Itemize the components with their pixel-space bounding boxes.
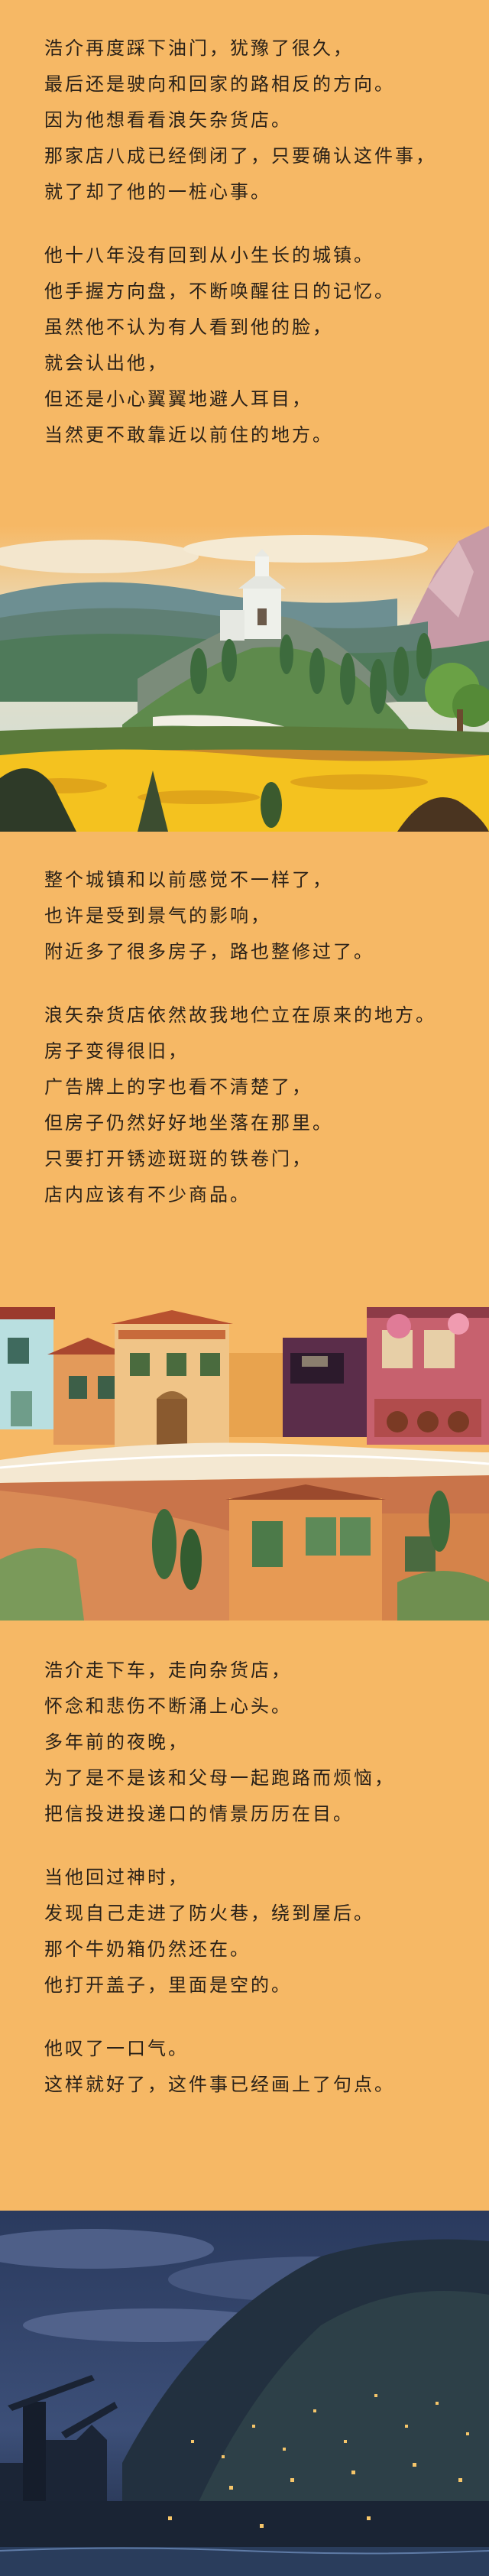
text-line: 但还是小心翼翼地避人耳目， [44,388,313,410]
text-line: 当然更不敢靠近以前住的地方。 [44,424,333,446]
paragraph: 浩介走下车，走向杂货店， 怀念和悲伤不断涌上心头。 多年前的夜晚， 为了是不是该… [0,1653,489,1832]
text-line: 当他回过神时， [44,1867,189,1888]
text-block-2: 整个城镇和以前感觉不一样了， 也许是受到景气的影响， 附近多了很多房子，路也整修… [0,862,489,1241]
text-line: 怀念和悲伤不断涌上心头。 [44,1695,292,1717]
text-line: 广告牌上的字也看不清楚了， [44,1076,313,1098]
text-line: 就了却了他的一桩心事。 [44,181,271,203]
text-line: 这样就好了，这件事已经画上了句点。 [44,2074,395,2095]
text-line: 把信投进投递口的情景历历在目。 [44,1803,354,1825]
text-line: 虽然他不认为有人看到他的脸， [44,316,333,338]
town-street-illustration [0,1307,489,1621]
text-line: 因为他想看看浪矢杂货店。 [44,109,292,131]
text-line: 店内应该有不少商品。 [44,1184,251,1205]
paragraph: 整个城镇和以前感觉不一样了， 也许是受到景气的影响， 附近多了很多房子，路也整修… [0,862,489,970]
text-line: 只要打开锈迹斑斑的铁卷门， [44,1148,313,1170]
paragraph: 当他回过神时， 发现自己走进了防火巷，绕到屋后。 那个牛奶箱仍然还在。 他打开盖… [0,1860,489,2003]
text-line: 那家店八成已经倒闭了，只要确认这件事， [44,145,436,167]
text-block-1: 浩介再度踩下油门，犹豫了很久， 最后还是驶向和回家的路相反的方向。 因为他想看看… [0,31,489,481]
paragraph: 浪矢杂货店依然故我地伫立在原来的地方。 房子变得很旧， 广告牌上的字也看不清楚了… [0,998,489,1213]
text-line: 最后还是驶向和回家的路相反的方向。 [44,73,395,95]
text-line: 就会认出他， [44,352,168,374]
text-line: 也许是受到景气的影响， [44,905,271,926]
mountain-chapel-illustration [0,526,489,832]
text-line: 发现自己走进了防火巷，绕到屋后。 [44,1903,374,1924]
text-line: 他叹了一口气。 [44,2038,189,2059]
night-harbor-illustration [0,2211,489,2576]
text-line: 整个城镇和以前感觉不一样了， [44,869,333,891]
text-line: 但房子仍然好好地坐落在那里。 [44,1112,333,1134]
paragraph: 浩介再度踩下油门，犹豫了很久， 最后还是驶向和回家的路相反的方向。 因为他想看看… [0,31,489,210]
text-line: 附近多了很多房子，路也整修过了。 [44,941,374,962]
text-line: 浪矢杂货店依然故我地伫立在原来的地方。 [44,1004,436,1026]
paragraph: 他叹了一口气。 这样就好了，这件事已经画上了句点。 [0,2031,489,2103]
text-line: 那个牛奶箱仍然还在。 [44,1938,251,1960]
text-line: 他打开盖子，里面是空的。 [44,1974,292,1996]
text-line: 多年前的夜晚， [44,1731,189,1753]
text-line: 浩介再度踩下油门，犹豫了很久， [44,37,354,59]
text-line: 他十八年没有回到从小生长的城镇。 [44,245,374,266]
text-line: 为了是不是该和父母一起跑路而烦恼， [44,1767,395,1789]
paragraph: 他十八年没有回到从小生长的城镇。 他手握方向盘，不断唤醒往日的记忆。 虽然他不认… [0,238,489,453]
text-block-3: 浩介走下车，走向杂货店， 怀念和悲伤不断涌上心头。 多年前的夜晚， 为了是不是该… [0,1653,489,2130]
article-page: { "story": { "block1": { "p1": [ "浩介再度踩下… [0,0,489,2576]
text-line: 他手握方向盘，不断唤醒往日的记忆。 [44,281,395,302]
text-line: 浩介走下车，走向杂货店， [44,1659,292,1681]
text-line: 房子变得很旧， [44,1040,189,1062]
